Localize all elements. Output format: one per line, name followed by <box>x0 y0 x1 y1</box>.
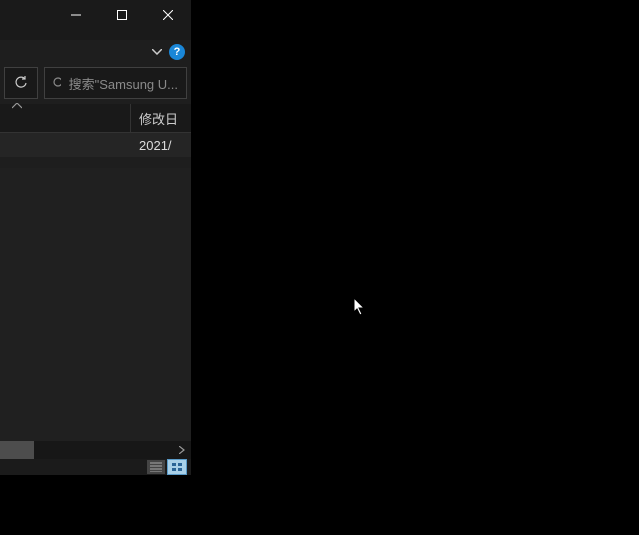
thumbnails-view-icon <box>171 462 183 472</box>
row-date-cell: 2021/ <box>130 138 191 153</box>
close-button[interactable] <box>145 0 191 30</box>
refresh-button[interactable] <box>4 67 38 99</box>
search-input[interactable]: 搜索"Samsung U... <box>44 67 187 99</box>
address-toolbar: 搜索"Samsung U... <box>0 66 191 100</box>
chevron-up-icon <box>12 103 22 109</box>
column-header-date[interactable]: 修改日 <box>130 104 191 132</box>
search-placeholder: 搜索"Samsung U... <box>69 74 178 93</box>
maximize-icon <box>117 10 127 20</box>
close-icon <box>163 10 173 20</box>
refresh-icon <box>14 76 28 90</box>
ribbon-collapse-row: ? <box>0 40 191 64</box>
explorer-window: ? 搜索"Samsung U... 修改日 2021/ <box>0 0 191 475</box>
help-label: ? <box>174 46 181 58</box>
table-row[interactable]: 2021/ <box>0 133 191 157</box>
column-header-date-label: 修改日 <box>139 109 178 128</box>
maximize-button[interactable] <box>99 0 145 30</box>
status-bar <box>0 459 191 475</box>
search-icon <box>53 77 61 90</box>
minimize-button[interactable] <box>53 0 99 30</box>
titlebar <box>0 0 191 40</box>
minimize-icon <box>71 10 81 20</box>
file-list-area[interactable] <box>0 168 191 441</box>
chevron-right-icon <box>179 446 185 454</box>
ribbon-collapse-button[interactable] <box>149 44 165 60</box>
horizontal-scrollbar[interactable] <box>0 441 191 459</box>
scrollbar-right-button[interactable] <box>173 441 191 459</box>
mouse-cursor <box>354 298 368 318</box>
details-view-icon <box>150 462 162 472</box>
scrollbar-thumb[interactable] <box>0 441 34 459</box>
details-view-button[interactable] <box>147 460 165 474</box>
chevron-down-icon <box>152 49 162 55</box>
help-button[interactable]: ? <box>169 44 185 60</box>
column-headers: 修改日 <box>0 104 191 133</box>
column-header-name[interactable] <box>0 104 130 132</box>
thumbnails-view-button[interactable] <box>167 459 187 475</box>
